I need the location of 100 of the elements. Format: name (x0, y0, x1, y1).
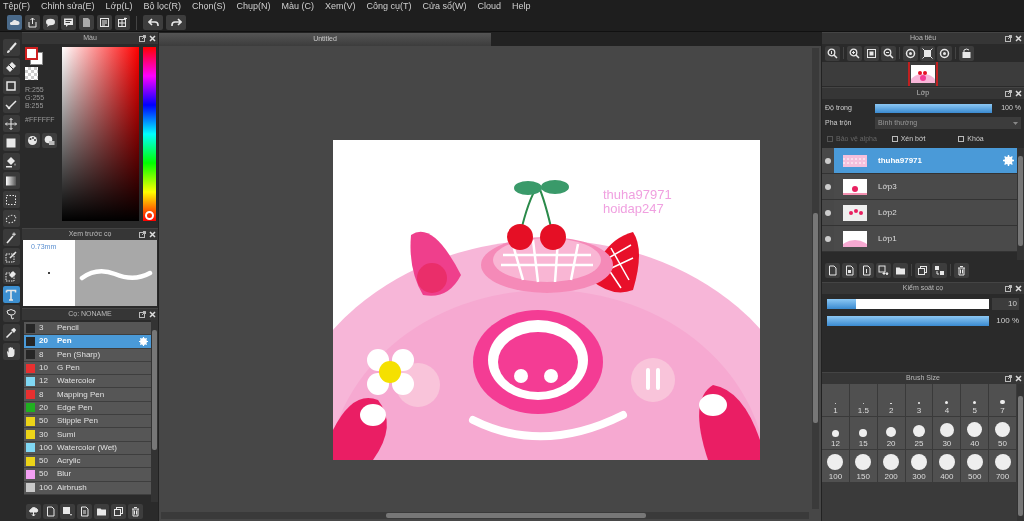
opacity-slider[interactable] (875, 103, 992, 113)
text-tool-tool-button[interactable] (2, 286, 20, 303)
brush-tool-button[interactable] (2, 39, 20, 56)
brush-size-preset[interactable]: 1.5 (849, 384, 878, 417)
redo-button[interactable] (166, 15, 186, 30)
eraser-tool-button[interactable] (2, 58, 20, 75)
zoom-out-button[interactable] (881, 45, 896, 61)
lasso-tool-button[interactable] (2, 210, 20, 227)
color-picker-square[interactable] (62, 47, 140, 221)
gradient-tool-button[interactable] (2, 172, 20, 189)
menu-item[interactable]: Tệp(F) (3, 0, 30, 14)
list-button[interactable] (97, 15, 112, 30)
scrollbar[interactable] (1017, 384, 1024, 521)
menu-item[interactable]: Help (512, 0, 531, 14)
eyedropper-tool-button[interactable] (2, 324, 20, 341)
brush-size-preset[interactable]: 5 (961, 384, 990, 417)
filled-square-tool-button[interactable] (2, 134, 20, 151)
brush-size-preset[interactable]: 300 (905, 450, 934, 483)
delete-button[interactable] (954, 262, 969, 278)
menu-item[interactable]: Cửa sổ(W) (422, 0, 467, 14)
brush-item[interactable]: 8 Mapping Pen (24, 388, 151, 402)
brush-item[interactable]: 30 Sumi (24, 428, 151, 442)
brush-size-preset[interactable]: 150 (849, 450, 878, 483)
menu-item[interactable]: Công cụ(T) (366, 0, 412, 14)
transparent-swatch[interactable] (25, 67, 38, 80)
delete-button[interactable] (128, 504, 143, 519)
speech-bubble-button[interactable] (43, 15, 58, 30)
slider-track[interactable] (827, 299, 989, 309)
color-swatches[interactable] (25, 47, 43, 65)
comment-button[interactable] (61, 15, 76, 30)
brush-size-preset[interactable]: 50 (989, 417, 1017, 450)
scrollbar[interactable] (1017, 148, 1024, 260)
new-brush-button[interactable] (43, 504, 58, 519)
paint-bucket-tool-button[interactable] (2, 153, 20, 170)
menu-item[interactable]: Lớp(L) (105, 0, 133, 14)
menu-item[interactable]: Cloud (477, 0, 502, 14)
move-tool-button[interactable] (2, 115, 20, 132)
fit-page-button[interactable] (920, 45, 935, 61)
layer-row[interactable]: Lớp1 (822, 226, 1017, 252)
grid-button[interactable] (115, 15, 130, 30)
slider-track[interactable] (827, 316, 989, 326)
brush-item[interactable]: 3 Pencil (24, 322, 151, 336)
layer-row[interactable]: Lớp3 (822, 174, 1017, 200)
fit-window-button[interactable] (864, 45, 879, 61)
menu-item[interactable]: Xem(V) (325, 0, 356, 14)
magic-wand-tool-button[interactable] (2, 229, 20, 246)
brush-size-preset[interactable]: 2 (877, 384, 906, 417)
add-layer-menu-button[interactable] (876, 262, 891, 278)
vertical-scrollbar[interactable] (812, 48, 819, 509)
cloud-download-button[interactable] (26, 504, 41, 519)
select-pen-tool-button[interactable] (2, 248, 20, 265)
merge-down-button[interactable] (932, 262, 947, 278)
square-outline-tool-button[interactable] (2, 77, 20, 94)
brush-size-preset[interactable]: 20 (877, 417, 906, 450)
brush-size-field[interactable]: 10 (992, 298, 1019, 310)
menu-item[interactable]: Chụp(N) (236, 0, 271, 14)
brush-item[interactable]: 12 Watercolor (24, 375, 151, 389)
horizontal-scrollbar[interactable] (161, 512, 809, 519)
brush-size-preset[interactable]: 7 (989, 384, 1017, 417)
hue-spectrum[interactable] (143, 47, 156, 221)
layer-row[interactable]: Lớp2 (822, 200, 1017, 226)
cloud-button[interactable] (7, 15, 22, 30)
palette-button[interactable] (25, 132, 40, 148)
brush-size-preset[interactable]: 100 (822, 450, 850, 483)
brush-settings-button[interactable] (77, 504, 92, 519)
brush-size-preset[interactable]: 400 (933, 450, 962, 483)
brush-size-preset[interactable]: 1 (822, 384, 850, 417)
zoom-actual-button[interactable] (825, 45, 840, 61)
brush-size-preset[interactable]: 4 (933, 384, 962, 417)
menu-item[interactable]: Màu (C) (281, 0, 315, 14)
duplicate-button[interactable] (915, 262, 930, 278)
dashed-selection-tool-button[interactable] (2, 191, 20, 208)
new-halftone-layer-button[interactable] (859, 262, 874, 278)
brush-size-preset[interactable]: 25 (905, 417, 934, 450)
duplicate-button[interactable] (111, 504, 126, 519)
menu-item[interactable]: Chỉnh sửa(E) (41, 0, 95, 14)
select-eraser-tool-button[interactable] (2, 267, 20, 284)
menu-item[interactable]: Bộ lọc(R) (143, 0, 181, 14)
share-button[interactable] (25, 15, 40, 30)
hue-picker-ring-icon[interactable] (145, 211, 155, 220)
brush-item[interactable]: 50 Blur (24, 468, 151, 482)
page-button[interactable] (79, 15, 94, 30)
menu-item[interactable]: Chọn(S) (192, 0, 226, 14)
folder-button[interactable] (94, 504, 109, 519)
folder-button[interactable] (893, 262, 908, 278)
undo-button[interactable] (143, 15, 163, 30)
brush-size-preset[interactable]: 12 (822, 417, 850, 450)
zoom-in-button[interactable] (847, 45, 862, 61)
brush-size-preset[interactable]: 700 (989, 450, 1017, 483)
hand-tool-button[interactable] (2, 343, 20, 360)
new-layer-button[interactable] (825, 262, 840, 278)
lasso-fill-tool-button[interactable] (2, 305, 20, 322)
brush-size-preset[interactable]: 3 (905, 384, 934, 417)
palette-settings-button[interactable] (42, 132, 57, 148)
brush-size-preset[interactable]: 40 (961, 417, 990, 450)
scrollbar[interactable] (151, 320, 158, 502)
brush-size-preset[interactable]: 500 (961, 450, 990, 483)
brush-type-button[interactable] (60, 504, 75, 519)
brush-size-preset[interactable]: 30 (933, 417, 962, 450)
brush-item[interactable]: 50 Stipple Pen (24, 415, 151, 429)
